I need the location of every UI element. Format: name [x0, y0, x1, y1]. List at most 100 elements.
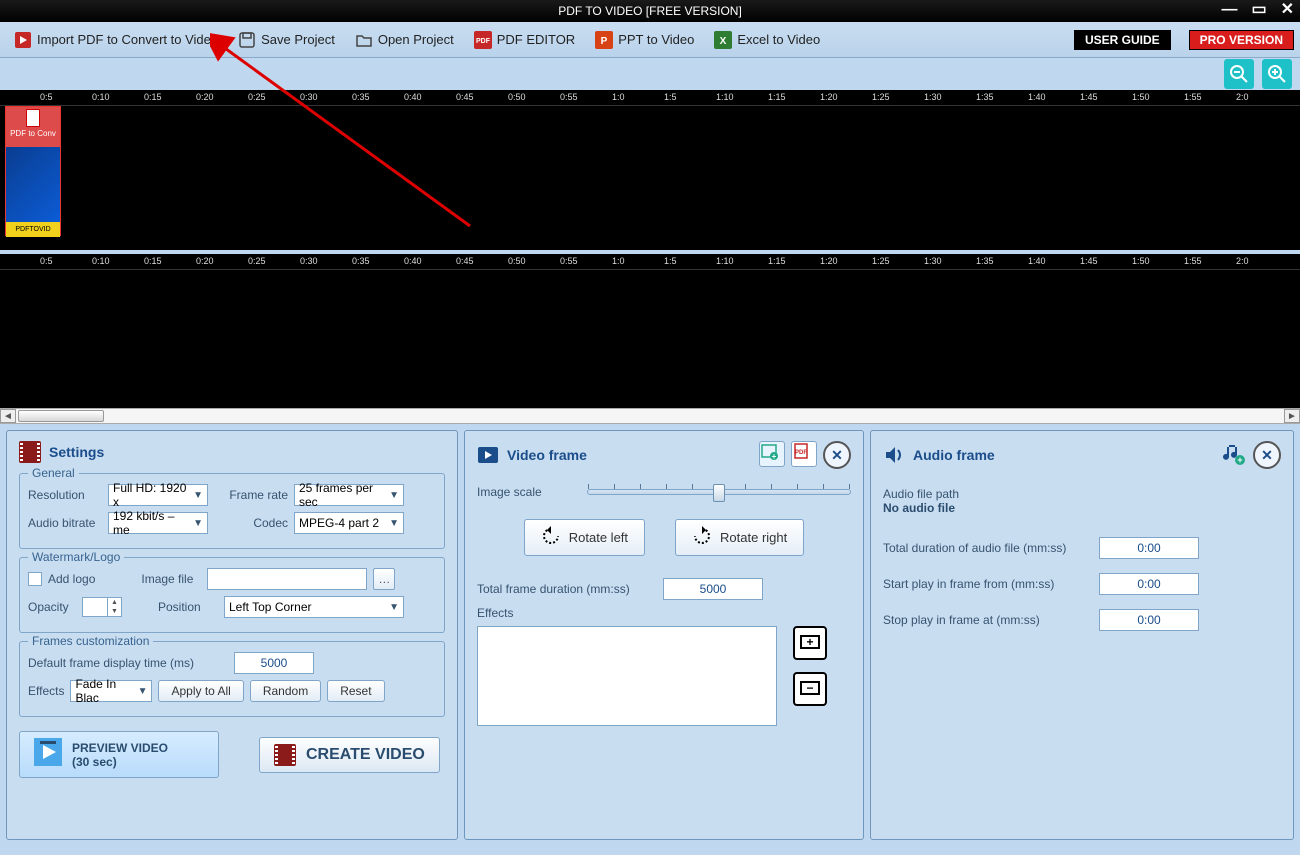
default-time-label: Default frame display time (ms): [28, 656, 228, 670]
user-guide-button[interactable]: USER GUIDE: [1074, 30, 1171, 50]
effects-label: Effects: [28, 684, 64, 698]
pdf-editor-button[interactable]: PDF PDF EDITOR: [466, 27, 584, 53]
effects-listbox[interactable]: [477, 626, 777, 726]
imagefile-input[interactable]: [207, 568, 367, 590]
rotate-left-label: Rotate left: [569, 530, 628, 545]
imagefile-label: Image file: [141, 572, 201, 586]
general-legend: General: [28, 466, 79, 480]
audio-icon: [883, 444, 905, 466]
import-icon: [14, 31, 32, 49]
excel-icon: X: [714, 31, 732, 49]
create-video-button[interactable]: CREATE VIDEO: [259, 737, 440, 773]
image-tool-button[interactable]: +: [759, 441, 785, 467]
close-button[interactable]: ✕: [1281, 2, 1294, 18]
preview-video-button[interactable]: PREVIEW VIDEO(30 sec): [19, 731, 219, 778]
stop-play-label: Stop play in frame at (mm:ss): [883, 613, 1093, 627]
app-title: PDF TO VIDEO [FREE VERSION]: [558, 4, 742, 18]
svg-text:+: +: [772, 452, 777, 460]
video-timeline[interactable]: 0:50:100:150:200:250:300:350:400:450:500…: [0, 90, 1300, 250]
save-project-button[interactable]: Save Project: [230, 27, 343, 53]
svg-text:−: −: [806, 681, 813, 695]
svg-text:X: X: [720, 36, 727, 47]
video-title: Video frame: [507, 447, 587, 463]
audio-path-value: No audio file: [883, 501, 1281, 515]
image-scale-slider[interactable]: [587, 489, 851, 495]
zoom-row: [0, 58, 1300, 90]
stop-play-input[interactable]: [1099, 609, 1199, 631]
watermark-legend: Watermark/Logo: [28, 550, 124, 564]
start-play-input[interactable]: [1099, 573, 1199, 595]
add-effect-button[interactable]: +: [793, 626, 827, 660]
default-time-input[interactable]: [234, 652, 314, 674]
frames-group: Frames customization Default frame displ…: [19, 641, 445, 717]
audio-frame-panel: Audio frame + ✕ Audio file path No audio…: [870, 430, 1294, 840]
remove-effect-button[interactable]: −: [793, 672, 827, 706]
scroll-thumb[interactable]: [18, 410, 104, 422]
maximize-button[interactable]: ▭: [1251, 2, 1266, 18]
apply-all-button[interactable]: Apply to All: [158, 680, 243, 702]
video-ruler: 0:50:100:150:200:250:300:350:400:450:500…: [0, 90, 1300, 106]
effects-select[interactable]: Fade In Blac▼: [70, 680, 152, 702]
excel-to-video-button[interactable]: X Excel to Video: [706, 27, 828, 53]
reset-button[interactable]: Reset: [327, 680, 384, 702]
clip-title: PDF to Conv: [10, 129, 56, 138]
ppt-label: PPT to Video: [618, 32, 694, 47]
play-icon: [34, 738, 62, 771]
scroll-right-button[interactable]: ►: [1284, 409, 1300, 423]
codec-select[interactable]: MPEG-4 part 2▼: [294, 512, 404, 534]
audio-ruler: 0:50:100:150:200:250:300:350:400:450:500…: [0, 254, 1300, 270]
position-label: Position: [158, 600, 218, 614]
opacity-spinner[interactable]: ▲▼: [82, 597, 122, 617]
zoom-out-button[interactable]: [1224, 59, 1254, 89]
video-frame-panel: Video frame + PDF ✕ Image scale Rotate l…: [464, 430, 864, 840]
pdfeditor-label: PDF EDITOR: [497, 32, 576, 47]
import-pdf-button[interactable]: Import PDF to Convert to Video: [6, 27, 226, 53]
audio-close-button[interactable]: ✕: [1253, 441, 1281, 469]
scroll-left-button[interactable]: ◄: [0, 409, 16, 423]
watermark-group: Watermark/Logo Add logo Image file … Opa…: [19, 557, 445, 633]
addlogo-checkbox[interactable]: [28, 572, 42, 586]
image-scale-label: Image scale: [477, 485, 567, 499]
total-duration-input[interactable]: [1099, 537, 1199, 559]
zoom-in-button[interactable]: [1262, 59, 1292, 89]
svg-text:PDF: PDF: [795, 450, 807, 456]
bitrate-label: Audio bitrate: [28, 516, 102, 530]
import-label: Import PDF to Convert to Video: [37, 32, 218, 47]
preview-l2: (30 sec): [72, 755, 117, 769]
bitrate-select[interactable]: 192 kbit/s – me▼: [108, 512, 208, 534]
frame-duration-input[interactable]: [663, 578, 763, 600]
preview-l1: PREVIEW VIDEO: [72, 741, 168, 755]
main-toolbar: Import PDF to Convert to Video Save Proj…: [0, 22, 1300, 58]
position-select[interactable]: Left Top Corner▼: [224, 596, 404, 618]
pdf-icon: PDF: [474, 31, 492, 49]
resolution-select[interactable]: Full HD: 1920 x▼: [108, 484, 208, 506]
audio-title: Audio frame: [913, 447, 995, 463]
rotate-left-icon: [541, 526, 561, 549]
open-project-button[interactable]: Open Project: [347, 27, 462, 53]
audio-timeline[interactable]: 0:50:100:150:200:250:300:350:400:450:500…: [0, 254, 1300, 408]
rotate-right-button[interactable]: Rotate right: [675, 519, 804, 556]
horizontal-scrollbar[interactable]: ◄ ►: [0, 408, 1300, 424]
frames-legend: Frames customization: [28, 634, 153, 648]
pdf-tool-button[interactable]: PDF: [791, 441, 817, 467]
framerate-select[interactable]: 25 frames per sec▼: [294, 484, 404, 506]
svg-text:+: +: [1237, 455, 1242, 465]
settings-panel: Settings General Resolution Full HD: 192…: [6, 430, 458, 840]
rotate-left-button[interactable]: Rotate left: [524, 519, 645, 556]
ppt-to-video-button[interactable]: P PPT to Video: [587, 27, 702, 53]
title-bar: PDF TO VIDEO [FREE VERSION] — ▭ ✕: [0, 0, 1300, 22]
video-close-button[interactable]: ✕: [823, 441, 851, 469]
minimize-button[interactable]: —: [1221, 2, 1237, 18]
start-play-label: Start play in frame from (mm:ss): [883, 577, 1093, 591]
codec-label: Codec: [224, 516, 288, 530]
general-group: General Resolution Full HD: 1920 x▼ Fram…: [19, 473, 445, 549]
random-button[interactable]: Random: [250, 680, 321, 702]
clip-caption: PDFTOVID: [6, 222, 60, 237]
timeline-clip[interactable]: PDF to Conv PDFTOVID: [5, 106, 61, 236]
browse-image-button[interactable]: …: [373, 568, 395, 590]
opacity-label: Opacity: [28, 600, 76, 614]
pro-version-button[interactable]: PRO VERSION: [1189, 30, 1294, 50]
video-effects-label: Effects: [477, 606, 513, 620]
create-label: CREATE VIDEO: [306, 746, 425, 764]
add-audio-button[interactable]: +: [1221, 441, 1247, 467]
